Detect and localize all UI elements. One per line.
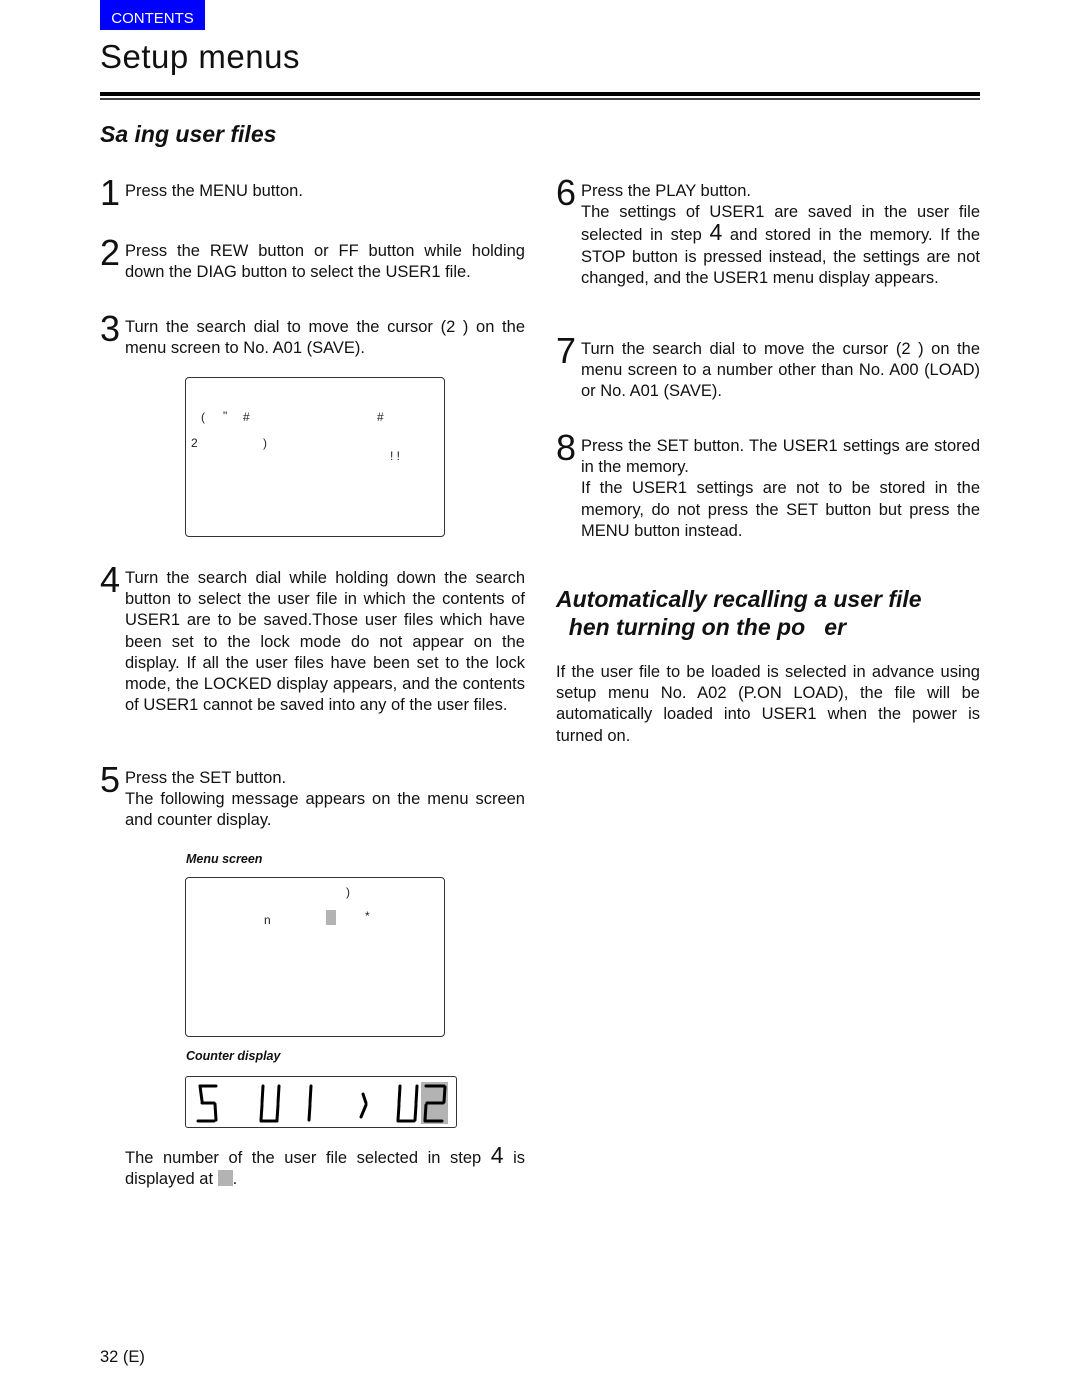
step-text: Press the SET button. (125, 769, 287, 787)
step-1: 1 Press the MENU button. (100, 175, 525, 211)
header-rule-thin (100, 98, 980, 100)
contents-link[interactable]: CONTENTS (100, 0, 205, 30)
screen-glyph: ) (346, 885, 350, 899)
counter-display (185, 1076, 457, 1128)
step-reference: 4 (709, 219, 723, 246)
step-number: 5 (100, 759, 121, 800)
segment-char-U (259, 1084, 281, 1123)
cursor-glyph: 2 (191, 436, 198, 450)
highlight-swatch (217, 1170, 233, 1187)
step-3: 3 Turn the search dial to move the curso… (100, 311, 525, 359)
step-4: 4 Turn the search dial while holding dow… (100, 562, 525, 716)
screen-glyph: * (365, 909, 370, 923)
segment-char-arrow (359, 1092, 368, 1119)
step-text: Press the PLAY button. (581, 182, 751, 200)
step-number: 8 (556, 427, 577, 468)
step-text: Press the MENU button. (125, 182, 303, 200)
step-7: 7 Turn the search dial to move the curso… (556, 333, 980, 403)
auto-recall-paragraph: If the user file to be loaded is selecte… (556, 663, 980, 745)
screen-glyph: ) (263, 436, 267, 450)
section-title-saving-user-files: Sa ing user files (100, 121, 277, 147)
step-text: Turn the search dial to move the cursor … (125, 318, 525, 358)
section-title-line: hen turning on the po er (556, 614, 847, 640)
menu-screen-illustration-1: ( " # # 2 ) ! ! (185, 377, 445, 537)
screen-glyph: ! ! (390, 449, 401, 463)
screen-glyph: # (377, 410, 384, 424)
step-number: 3 (100, 308, 121, 349)
step-2: 2 Press the REW button or FF button whil… (100, 235, 525, 283)
seven-segment-readout (196, 1082, 448, 1124)
screen-glyph: " (223, 409, 228, 423)
step-number: 4 (100, 559, 121, 600)
segment-char-S (196, 1084, 218, 1123)
segment-char-U2 (396, 1084, 419, 1123)
step-reference: 4 (490, 1142, 504, 1168)
counter-note: The number of the user file selected in … (125, 1144, 525, 1190)
step-number: 2 (100, 232, 121, 273)
section-title-line: Automatically recalling a user file (556, 586, 922, 612)
step-text: Turn the search dial while holding down … (125, 569, 525, 715)
user-file-number-placeholder (326, 910, 336, 925)
note-text: The number of the user file selected in … (125, 1149, 491, 1167)
step-number: 1 (100, 172, 121, 213)
step-number: 6 (556, 172, 577, 213)
screen-glyph: # (243, 410, 250, 424)
step-5: 5 Press the SET button. The following me… (100, 762, 525, 832)
step-text-detail: The settings of USER1 are saved in the u… (581, 202, 980, 289)
section-title-auto-recall: Automatically recalling a user file hen … (556, 585, 922, 641)
menu-screen-caption: Menu screen (186, 852, 263, 866)
step-text-detail: If the USER1 settings are not to be stor… (581, 479, 980, 540)
step-text: Press the SET button. The USER1 settings… (581, 437, 980, 477)
note-text: . (232, 1170, 238, 1189)
step-text-detail: The following message appears on the men… (125, 790, 525, 830)
counter-display-caption: Counter display (186, 1049, 281, 1063)
step-text: Press the REW button or FF button while … (125, 242, 525, 282)
step-6: 6 Press the PLAY button. The settings of… (556, 175, 980, 289)
menu-screen-illustration-2: ) n * (185, 877, 445, 1037)
step-text: Turn the search dial to move the cursor … (581, 340, 980, 401)
page-title: Setup menus (100, 38, 300, 75)
screen-glyph: ( (201, 410, 205, 424)
screen-glyph: n (264, 913, 271, 927)
step-8: 8 Press the SET button. The USER1 settin… (556, 430, 980, 542)
header-rule-thick (100, 92, 980, 96)
step-number: 7 (556, 330, 577, 371)
segment-char-1 (307, 1084, 313, 1122)
page-number: 32 (E) (100, 1348, 145, 1366)
